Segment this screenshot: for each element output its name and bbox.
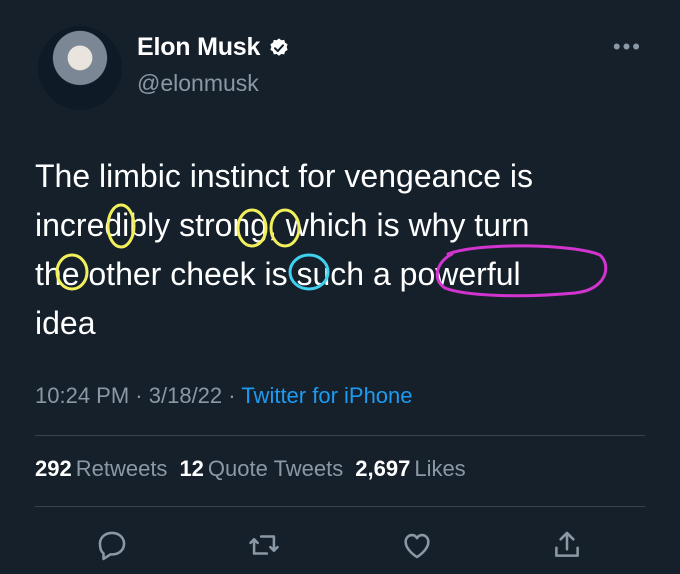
tweet-source-link[interactable]: Twitter for iPhone [241, 383, 412, 408]
reply-icon[interactable] [95, 528, 129, 562]
author-handle[interactable]: @elonmusk [137, 70, 259, 97]
tweet-meta: 10:24 PM · 3/18/22 · Twitter for iPhone [35, 383, 413, 409]
tweet-line: incredibly strong, which is why turn [35, 207, 530, 243]
retweets-stat[interactable]: 292 Retweets [35, 456, 167, 482]
author-name: Elon Musk [137, 33, 261, 61]
meta-separator: · [135, 383, 143, 408]
likes-count: 2,697 [355, 456, 411, 481]
share-icon[interactable] [550, 528, 584, 562]
tweet-date: 3/18/22 [148, 383, 223, 408]
quote-tweets-stat[interactable]: 12 Quote Tweets [179, 456, 343, 482]
retweet-icon[interactable] [247, 528, 281, 562]
tweet-line: the other cheek is such a powerful [35, 256, 521, 292]
tweet-line: The limbic instinct for vengeance is [35, 158, 533, 194]
tweet-text: The limbic instinct for vengeance is inc… [35, 152, 645, 348]
tweet-stats: 292 Retweets 12 Quote Tweets 2,697 Likes [35, 456, 466, 482]
divider [35, 435, 645, 436]
quotes-label: Quote Tweets [207, 456, 344, 481]
more-icon[interactable]: ••• [613, 34, 642, 60]
tweet-line: idea [35, 305, 96, 341]
divider [35, 506, 645, 507]
likes-label: Likes [414, 456, 466, 481]
author-name-row[interactable]: Elon Musk [137, 33, 290, 62]
action-bar [0, 522, 680, 568]
retweets-count: 292 [35, 456, 72, 481]
verified-badge-icon [270, 37, 288, 56]
avatar[interactable] [38, 26, 122, 110]
quotes-count: 12 [179, 456, 204, 481]
likes-stat[interactable]: 2,697 Likes [355, 456, 465, 482]
like-icon[interactable] [400, 528, 434, 562]
meta-separator: · [228, 383, 236, 408]
tweet-time: 10:24 PM [35, 383, 130, 408]
retweets-label: Retweets [75, 456, 168, 481]
